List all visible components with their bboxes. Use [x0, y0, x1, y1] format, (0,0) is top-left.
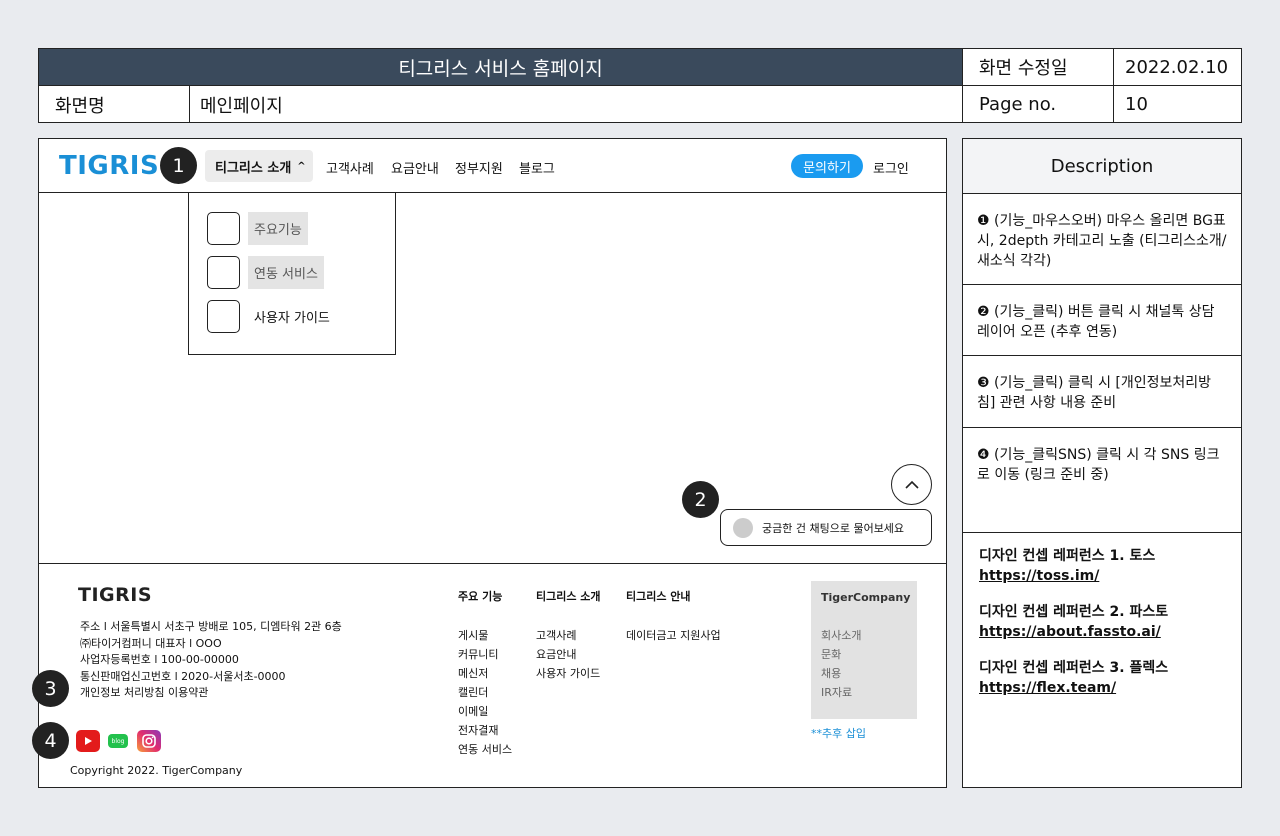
dropdown-item-label: 주요기능 — [248, 212, 308, 245]
chevron-up-icon — [904, 480, 919, 489]
menu-thumbnail-icon — [207, 300, 240, 333]
site-mockup: TIGRIS 1 티그리스 소개 ^ 고객사례 요금안내 정부지원 블로그 문의… — [32, 138, 947, 788]
dropdown-item-features[interactable]: 주요기능 — [207, 212, 308, 245]
footer-logo: TIGRIS — [78, 584, 153, 606]
design-references: 디자인 컨셉 레퍼런스 1. 토스 https://toss.im/ 디자인 컨… — [963, 533, 1241, 727]
nav-item-gov-support[interactable]: 정부지원 — [455, 158, 503, 177]
modified-value: 2022.02.10 — [1114, 49, 1242, 86]
modified-label: 화면 수정일 — [963, 49, 1114, 86]
reference-item: 디자인 컨셉 레퍼런스 2. 파스토 https://about.fassto.… — [979, 602, 1225, 642]
nav-item-pricing[interactable]: 요금안내 — [391, 158, 439, 177]
reference-link[interactable]: https://toss.im/ — [979, 566, 1225, 586]
footer-col-guide: 티그리스 안내 데이터금고 지원사업 — [626, 588, 721, 645]
screen-name-value: 메인페이지 — [190, 86, 963, 123]
footer-link[interactable]: 이메일 — [458, 702, 512, 721]
reference-link[interactable]: https://flex.team/ — [979, 678, 1225, 698]
footer-col-intro: 티그리스 소개 고객사례 요금안내 사용자 가이드 — [536, 588, 601, 683]
footer-link[interactable]: 메신저 — [458, 664, 512, 683]
footer-link[interactable]: 연동 서비스 — [458, 740, 512, 759]
scroll-top-button[interactable] — [891, 464, 932, 505]
ceo-text: ㈜타이거컴퍼니 대표자 l OOO — [80, 636, 222, 650]
company-info: 주소 l 서울특별시 서초구 방배로 105, 디엠타워 2관 6층 ㈜타이거컴… — [80, 619, 342, 702]
description-item-1: ❶ (기능_마우스오버) 마우스 올리면 BG표시, 2depth 카테고리 노… — [963, 194, 1241, 285]
chat-button[interactable]: 궁금한 건 채팅으로 물어보세요 — [720, 509, 932, 546]
footer-link[interactable]: 사용자 가이드 — [536, 664, 601, 683]
footer-link[interactable]: 캘린더 — [458, 683, 512, 702]
footer-link[interactable]: 고객사례 — [536, 626, 601, 645]
description-item-4: ❹ (기능_클릭SNS) 클릭 시 각 SNS 링크로 이동 (링크 준비 중) — [963, 428, 1241, 533]
tigercompany-box: TigerCompany 회사소개 문화 채용 IR자료 — [811, 581, 917, 719]
privacy-terms-links[interactable]: 개인정보 처리방침 이용약관 — [80, 685, 342, 702]
footer-link[interactable]: 문화 — [821, 645, 907, 664]
later-insert-note: **추후 삽입 — [811, 727, 866, 740]
footer-col-heading: 티그리스 소개 — [536, 590, 601, 603]
site-footer: TIGRIS 주소 l 서울특별시 서초구 방배로 105, 디엠타워 2관 6… — [32, 563, 946, 787]
chat-label: 궁금한 건 채팅으로 물어보세요 — [762, 521, 905, 535]
dropdown-item-label: 사용자 가이드 — [254, 311, 330, 326]
footer-link[interactable]: 회사소개 — [821, 626, 907, 645]
site-logo[interactable]: TIGRIS — [59, 151, 159, 181]
footer-link[interactable]: IR자료 — [821, 683, 907, 702]
footer-link[interactable]: 게시물 — [458, 626, 512, 645]
reference-title: 디자인 컨셉 레퍼런스 3. 플렉스 — [979, 660, 1169, 676]
description-item-2: ❷ (기능_클릭) 버튼 클릭 시 채널톡 상담 레이어 오픈 (추후 연동) — [963, 285, 1241, 356]
dropdown-item-user-guide[interactable]: 사용자 가이드 — [207, 300, 336, 333]
nav-item-blog[interactable]: 블로그 — [519, 158, 555, 177]
page-no-label: Page no. — [963, 86, 1114, 123]
chat-avatar-icon — [733, 517, 753, 538]
footer-link[interactable]: 요금안내 — [536, 645, 601, 664]
footer-col-heading: 주요 기능 — [458, 590, 503, 603]
reference-title: 디자인 컨셉 레퍼런스 2. 파스토 — [979, 604, 1169, 620]
blog-icon[interactable]: blog — [108, 734, 128, 748]
dropdown-item-integrations[interactable]: 연동 서비스 — [207, 256, 324, 289]
spec-title: 티그리스 서비스 홈페이지 — [39, 49, 963, 86]
page-no-value: 10 — [1125, 94, 1148, 115]
nav-item-tigris-intro[interactable]: 티그리스 소개 ^ — [205, 150, 313, 182]
youtube-icon[interactable] — [76, 730, 100, 752]
menu-thumbnail-icon — [207, 212, 240, 245]
business-number-text: 사업자등록번호 l 100-00-00000 — [80, 653, 239, 666]
screen-name-label: 화면명 — [39, 86, 190, 123]
reference-link[interactable]: https://about.fassto.ai/ — [979, 622, 1225, 642]
footer-link[interactable]: 채용 — [821, 664, 907, 683]
reference-item: 디자인 컨셉 레퍼런스 3. 플렉스 https://flex.team/ — [979, 658, 1225, 698]
description-panel: Description ❶ (기능_마우스오버) 마우스 올리면 BG표시, 2… — [962, 138, 1242, 788]
address-text: 주소 l 서울특별시 서초구 방배로 105, 디엠타워 2관 6층 — [80, 620, 342, 633]
camera-icon — [142, 734, 156, 748]
description-heading: Description — [963, 139, 1241, 194]
annotation-badge-3: 3 — [32, 670, 69, 707]
play-icon — [85, 737, 92, 745]
description-item-3: ❸ (기능_클릭) 클릭 시 [개인정보처리방침] 관련 사항 내용 준비 — [963, 356, 1241, 428]
footer-col-heading: 티그리스 안내 — [626, 590, 691, 603]
spec-header-table: 티그리스 서비스 홈페이지 화면 수정일 2022.02.10 화면명 메인페이… — [38, 48, 1242, 123]
nav-dropdown: 주요기능 연동 서비스 사용자 가이드 — [188, 193, 396, 355]
ecommerce-number-text: 통신판매업신고번호 l 2020-서울서초-0000 — [80, 669, 286, 683]
instagram-icon[interactable] — [137, 730, 161, 752]
reference-item: 디자인 컨셉 레퍼런스 1. 토스 https://toss.im/ — [979, 546, 1225, 586]
copyright-text: Copyright 2022. TigerCompany — [70, 764, 243, 777]
footer-link[interactable]: 커뮤니티 — [458, 645, 512, 664]
dropdown-item-label: 연동 서비스 — [248, 256, 324, 289]
canvas: 티그리스 서비스 홈페이지 화면 수정일 2022.02.10 화면명 메인페이… — [0, 0, 1280, 836]
login-link[interactable]: 로그인 — [873, 158, 909, 177]
annotation-badge-4: 4 — [32, 722, 69, 759]
footer-link[interactable]: 데이터금고 지원사업 — [626, 626, 721, 645]
footer-col-features: 주요 기능 게시물 커뮤니티 메신저 캘린더 이메일 전자결재 연동 서비스 — [458, 588, 512, 759]
annotation-badge-1: 1 — [160, 147, 197, 184]
top-nav: TIGRIS 1 티그리스 소개 ^ 고객사례 요금안내 정부지원 블로그 문의… — [39, 139, 946, 193]
chevron-up-icon: ^ — [297, 160, 306, 172]
nav-item-label: 티그리스 소개 — [215, 160, 292, 176]
footer-link[interactable]: 전자결재 — [458, 721, 512, 740]
nav-item-cases[interactable]: 고객사례 — [326, 158, 374, 177]
tigercompany-heading: TigerCompany — [821, 591, 911, 604]
annotation-badge-2: 2 — [682, 481, 719, 518]
reference-title: 디자인 컨셉 레퍼런스 1. 토스 — [979, 548, 1156, 564]
menu-thumbnail-icon — [207, 256, 240, 289]
inquiry-button[interactable]: 문의하기 — [791, 154, 863, 178]
